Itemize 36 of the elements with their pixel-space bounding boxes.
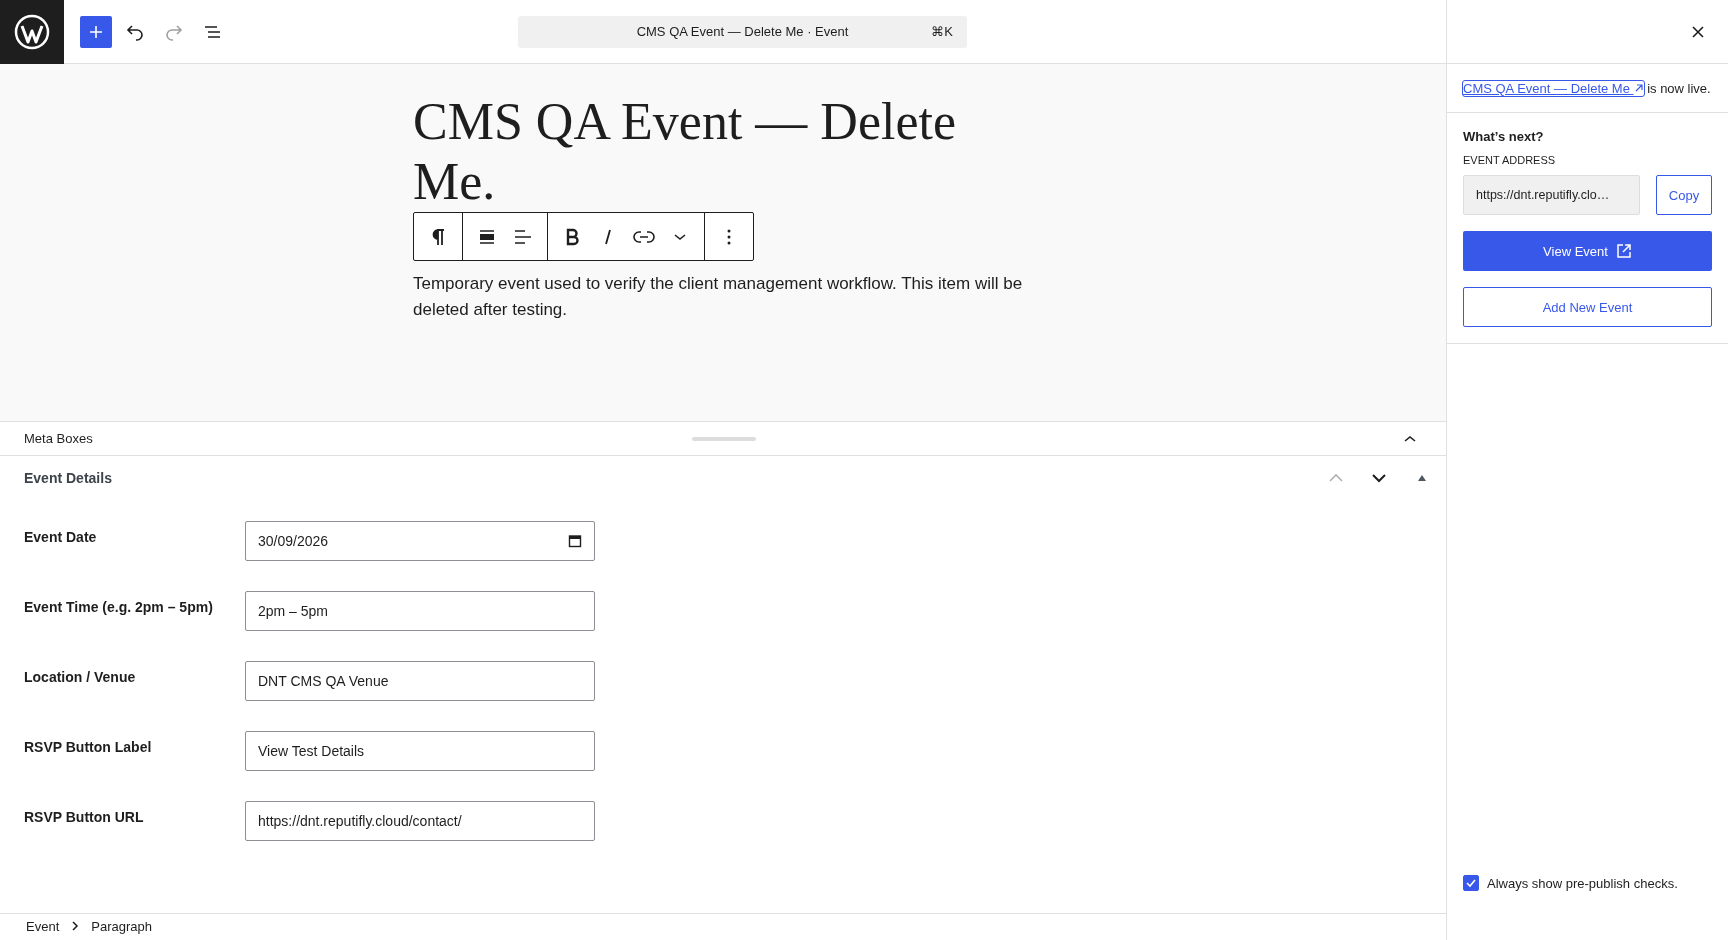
field-label: EVENT ADDRESS: [1463, 154, 1557, 166]
date-field[interactable]: 30/09/2026: [245, 521, 595, 561]
section-heading: What’s next?: [1463, 129, 1545, 144]
field-label: RSVP Button Label: [24, 738, 153, 755]
external-link-icon: [1633, 83, 1644, 93]
resize-handle[interactable]: [692, 437, 756, 441]
field-label: Event Time (e.g. 2pm – 5pm): [24, 598, 214, 615]
external-link-icon: [1615, 243, 1632, 259]
add-block-button[interactable]: [80, 15, 112, 48]
checkbox-label[interactable]: Always show pre-publish checks.: [1487, 875, 1678, 891]
copy-button[interactable]: Copy: [1656, 175, 1712, 215]
view-event-button[interactable]: View Event: [1463, 231, 1712, 271]
plus-icon: [88, 23, 104, 40]
field-label: Event Date: [24, 528, 98, 545]
wordpress-icon: [14, 13, 50, 50]
meta-boxes-title: Meta Boxes: [24, 431, 93, 446]
publish-notice: CMS QA Event — Delete Me is now live.: [1463, 80, 1712, 98]
text-field[interactable]: https://dnt.reputifly.cloud/contact/: [245, 801, 595, 841]
chevron-right-icon: [71, 921, 80, 931]
post-title[interactable]: CMS QA Event — Delete Me.: [413, 64, 1033, 212]
event-details-title: Event Details: [24, 470, 112, 486]
add-new-event-button[interactable]: Add New Event: [1463, 287, 1712, 327]
text-field[interactable]: DNT CMS QA Venue: [245, 661, 595, 701]
field-label: Location / Venue: [24, 668, 137, 685]
text-field[interactable]: View Test Details: [245, 731, 595, 771]
wordpress-logo[interactable]: [0, 0, 64, 64]
text-field[interactable]: 2pm – 5pm: [245, 591, 595, 631]
field-label: RSVP Button URL: [24, 808, 145, 825]
post-link[interactable]: CMS QA Event — Delete Me: [1463, 81, 1644, 96]
paragraph-text[interactable]: Temporary event used to verify the client management workflow. This item will be deleted after testing.: [413, 271, 1033, 323]
address-field[interactable]: https://dnt.reputifly.clo…: [1463, 175, 1640, 215]
checkbox[interactable]: [1463, 875, 1479, 891]
breadcrumb-link[interactable]: Event: [26, 918, 60, 934]
command-bar[interactable]: CMS QA Event — Delete Me · Event ⌘K: [518, 15, 967, 48]
breadcrumb-link[interactable]: Paragraph: [91, 918, 152, 934]
calendar-icon[interactable]: [568, 534, 582, 548]
